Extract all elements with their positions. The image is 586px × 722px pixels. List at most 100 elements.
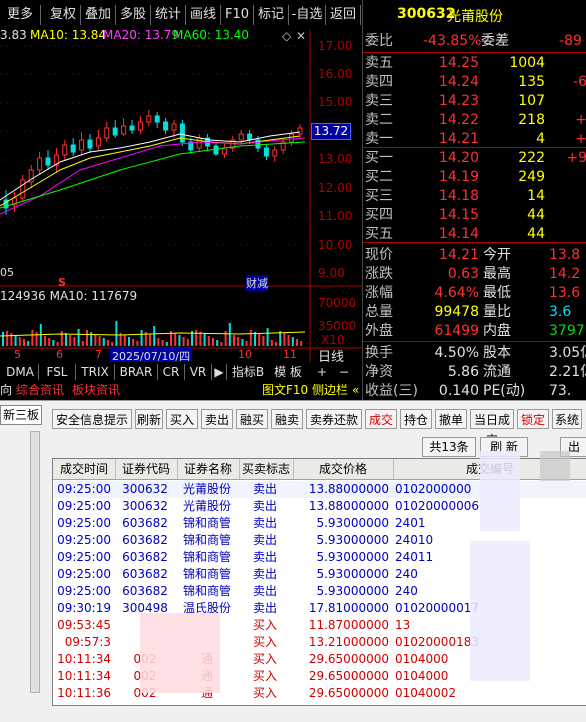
candle-body bbox=[196, 137, 202, 149]
sidebar-tab[interactable]: 侧边栏 bbox=[312, 382, 352, 398]
volume-bar bbox=[98, 336, 101, 346]
watchlist-button[interactable]: -自选 bbox=[289, 5, 326, 25]
toolbar-button[interactable]: 融买 bbox=[236, 409, 268, 429]
bottom-tab-news[interactable]: 综合资讯 bbox=[16, 382, 70, 398]
table-cell-price: 5.93000000 bbox=[316, 584, 389, 598]
bottom-tab-direction[interactable]: 向 bbox=[0, 382, 14, 398]
kline-chart[interactable] bbox=[0, 30, 362, 362]
bids-row[interactable]: 买四 14.15 44 bbox=[363, 206, 586, 224]
stat-label: 外盘 bbox=[365, 323, 393, 339]
indicator-tab[interactable]: DMA bbox=[2, 364, 39, 380]
toolbar-button[interactable]: 成交 bbox=[365, 409, 397, 429]
stat-row: 总量 99478 量比 3.6 bbox=[363, 303, 586, 321]
table-cell-time: 09:30:19 bbox=[57, 601, 111, 615]
toolbar-button[interactable]: 撤单 bbox=[435, 409, 467, 429]
stat-value: 13.6 bbox=[549, 285, 581, 301]
bids-row[interactable]: 买三 14.18 14 bbox=[363, 187, 586, 205]
candle-body bbox=[95, 137, 101, 147]
kline-chart-panel[interactable]: 3.83 MA10: 13.84 MA20: 13.79 MA60: 13.40… bbox=[0, 28, 362, 378]
toolbar-button[interactable]: 持仓 bbox=[400, 409, 432, 429]
tab-new-third-board[interactable]: 新三板 bbox=[0, 405, 42, 425]
asks-row[interactable]: 卖三 14.23 107 bbox=[363, 92, 586, 110]
date-axis-label: 11 bbox=[283, 348, 297, 361]
table-cell-code: 603682 bbox=[122, 567, 168, 581]
toolbar-button[interactable]: 刷新 bbox=[135, 409, 163, 429]
toolbar-button[interactable]: 融卖 bbox=[271, 409, 303, 429]
candle-body bbox=[272, 149, 278, 157]
indicator-tab[interactable]: FSL bbox=[39, 364, 76, 380]
template-tab[interactable]: 模 板 bbox=[270, 364, 306, 380]
volume-bar bbox=[165, 342, 168, 346]
record-count: 共13条 bbox=[422, 437, 476, 457]
price-axis-label: 15.00 bbox=[318, 95, 353, 109]
toolbar-button[interactable]: 当日成交 bbox=[470, 409, 514, 447]
table-cell-price: 5.93000000 bbox=[316, 567, 389, 581]
stat-value: 61499 bbox=[434, 323, 479, 339]
table-row[interactable]: 10:11:36 002 通买入 29.65000000 01040002 bbox=[53, 685, 586, 702]
asks-row[interactable]: 卖五 14.25 1004 bbox=[363, 54, 586, 72]
indicator-b-tab[interactable]: 指标B bbox=[229, 364, 267, 380]
toolbar-button[interactable]: 卖券还款 bbox=[306, 409, 362, 429]
stat-value: 73. bbox=[549, 383, 572, 399]
volume-bar bbox=[203, 334, 206, 346]
back-button[interactable]: 返回 bbox=[326, 5, 361, 25]
close-icon[interactable]: ✕ bbox=[296, 29, 306, 43]
stat-value: 99478 bbox=[434, 304, 479, 320]
stat-label: 量比 bbox=[483, 304, 511, 320]
indicator-tab[interactable]: BRAR bbox=[115, 364, 158, 380]
stat-value: 0.140 bbox=[438, 383, 479, 399]
draw-line-button[interactable]: 画线 bbox=[186, 5, 221, 25]
toolbar-button[interactable]: 卖出 bbox=[201, 409, 233, 429]
zoom-out-button[interactable]: − bbox=[336, 364, 352, 380]
column-header[interactable]: 证券名称 bbox=[177, 459, 240, 479]
toolbar-button[interactable]: 系统 bbox=[552, 409, 582, 429]
date-axis-label: 7 bbox=[95, 348, 102, 361]
ratio-label: 委比 bbox=[365, 33, 393, 49]
table-cell-name: 锦和商管 bbox=[182, 584, 231, 598]
mark-button[interactable]: 标记 bbox=[254, 5, 289, 25]
more-button[interactable]: 更多 ▶ bbox=[0, 5, 41, 42]
column-header[interactable]: 证券代码 bbox=[115, 459, 178, 479]
volume-bar bbox=[291, 337, 294, 346]
diamond-icon[interactable]: ◇ bbox=[282, 29, 291, 43]
chart-toolbar: 更多 ▶ 复权 叠加 多股 统计 画线 F10 标记 -自选 返回 bbox=[0, 0, 362, 42]
table-cell-time: 09:25:00 bbox=[57, 482, 111, 496]
indicator-tab[interactable]: ▶ bbox=[212, 364, 227, 380]
f10-button[interactable]: F10 bbox=[221, 5, 254, 25]
volume-value: 124936 MA10: 117679 bbox=[0, 289, 137, 303]
bids-row[interactable]: 买一 14.20 222 +9 bbox=[363, 149, 586, 167]
zoom-in-button[interactable]: + bbox=[314, 364, 330, 380]
left-scrollbar[interactable] bbox=[30, 431, 40, 693]
column-header[interactable]: 买卖标志 bbox=[239, 459, 294, 479]
bids-row[interactable]: 买二 14.19 249 bbox=[363, 168, 586, 186]
level-volume: 44 bbox=[527, 207, 545, 223]
overlay-button[interactable]: 叠加 bbox=[81, 5, 116, 25]
toolbar-button[interactable]: 安全信息提示 bbox=[52, 409, 132, 429]
volume-bar bbox=[27, 341, 30, 346]
price-axis-label: 10.00 bbox=[318, 238, 353, 252]
candle-body bbox=[289, 133, 295, 143]
collapse-icon[interactable]: « bbox=[352, 382, 362, 398]
asks-row[interactable]: 卖二 14.22 218 + bbox=[363, 111, 586, 129]
column-header[interactable]: 成交价格 bbox=[293, 459, 394, 479]
volume-bar bbox=[258, 334, 261, 346]
volume-bar bbox=[249, 330, 252, 346]
asks-row[interactable]: 卖四 14.24 135 -6 bbox=[363, 73, 586, 91]
toolbar-button[interactable]: 锁定 bbox=[517, 409, 549, 429]
candle-body bbox=[221, 147, 227, 155]
toolbar-button[interactable]: 买入 bbox=[166, 409, 198, 429]
bottom-tab-sector[interactable]: 板块资讯 bbox=[72, 382, 126, 398]
indicator-tab[interactable]: CR bbox=[158, 364, 185, 380]
indicator-tab[interactable]: TRIX bbox=[76, 364, 115, 380]
f10-text-tab[interactable]: 图文F10 bbox=[262, 382, 312, 398]
volume-bar bbox=[107, 340, 109, 346]
volume-bar bbox=[233, 335, 235, 346]
bids-row[interactable]: 买五 14.14 44 bbox=[363, 225, 586, 243]
adjust-button[interactable]: 复权 bbox=[46, 5, 81, 25]
asks-row[interactable]: 卖一 14.21 4 + bbox=[363, 130, 586, 148]
multi-stock-button[interactable]: 多股 bbox=[116, 5, 151, 25]
volume-bar bbox=[136, 341, 139, 346]
column-header[interactable]: 成交时间 bbox=[53, 459, 116, 479]
statistics-button[interactable]: 统计 bbox=[151, 5, 186, 25]
indicator-tab[interactable]: VR bbox=[185, 364, 212, 380]
